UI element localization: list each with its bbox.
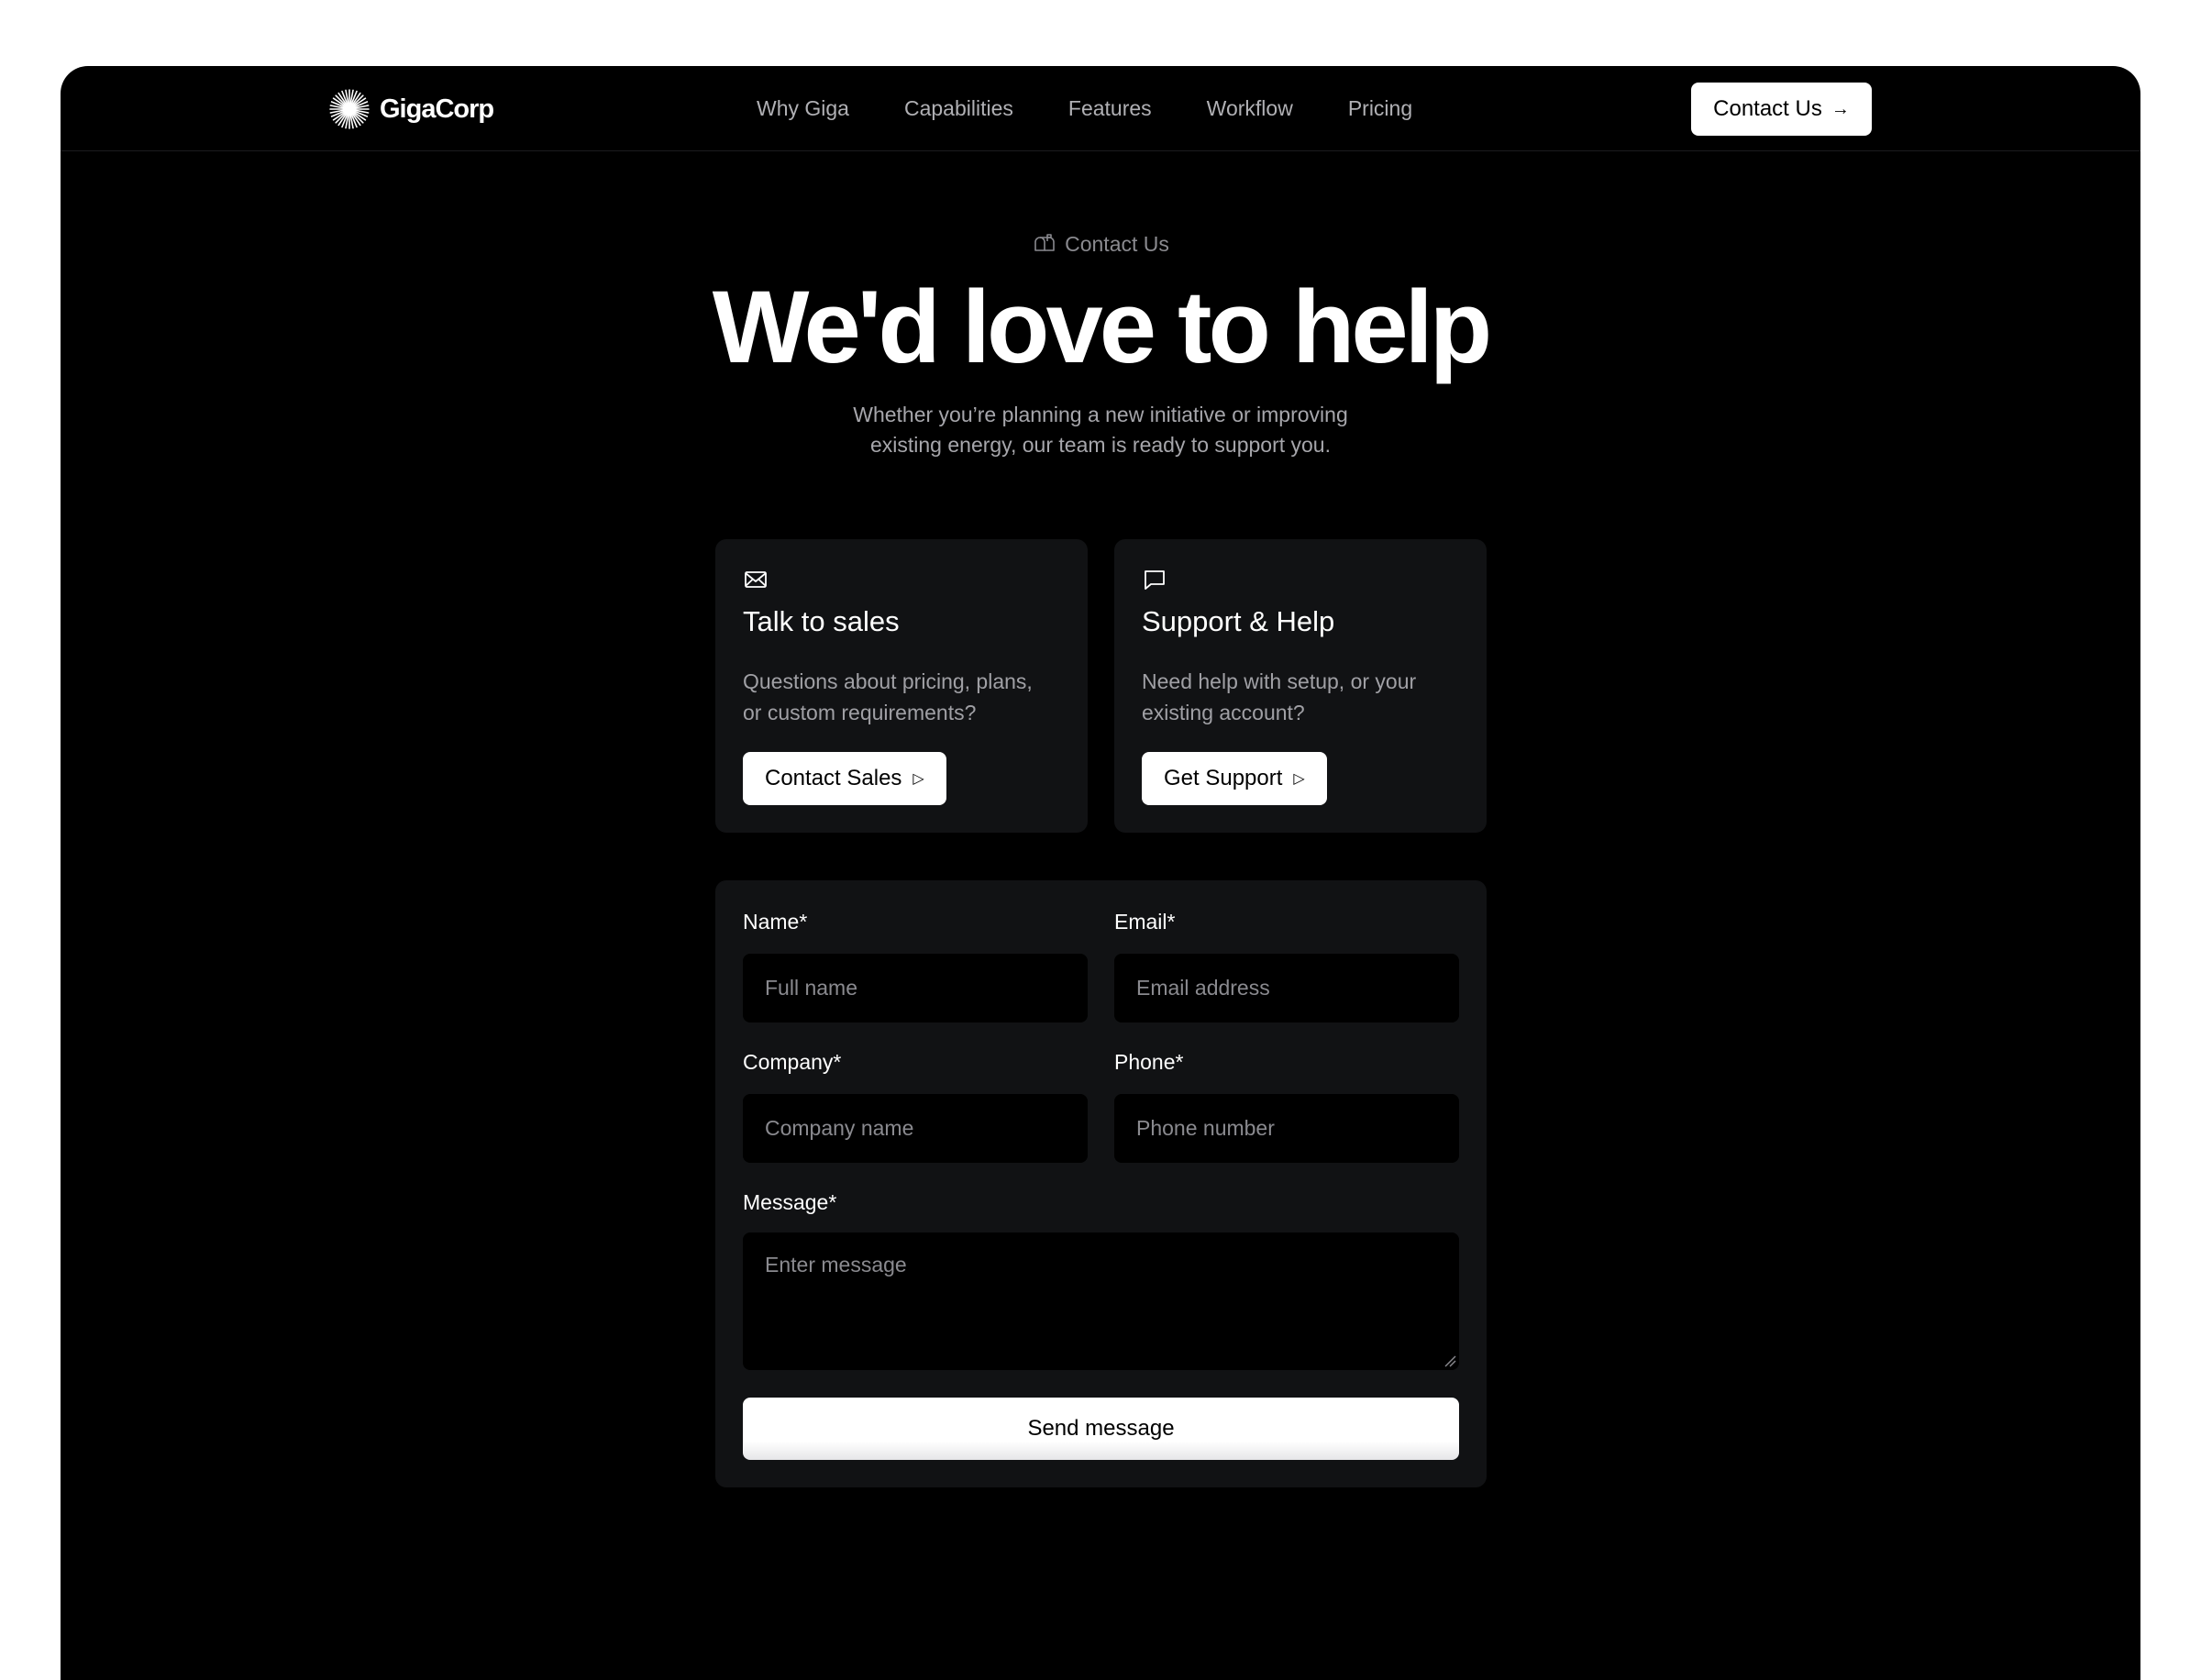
page-title: We'd love to help <box>712 270 1492 384</box>
nav-link-pricing[interactable]: Pricing <box>1348 96 1412 121</box>
page-frame: GigaCorp Why Giga Capabilities Features … <box>61 66 2140 1680</box>
phone-label: Phone* <box>1114 1050 1184 1074</box>
support-card: Support & Help Need help with setup, or … <box>1114 539 1487 833</box>
eyebrow-label: Contact Us <box>1065 231 1169 256</box>
eyebrow: Contact Us <box>61 229 2140 259</box>
sales-card-description: Questions about pricing, plans, or custo… <box>743 666 1073 728</box>
caret-right-icon: ▷ <box>912 771 924 787</box>
arrow-right-icon: → <box>1830 98 1850 119</box>
get-support-button[interactable]: Get Support ▷ <box>1142 752 1327 805</box>
sales-card-desc-line-2: or custom requirements? <box>743 701 977 724</box>
support-card-description: Need help with setup, or your existing a… <box>1142 666 1472 728</box>
sales-card-title: Talk to sales <box>743 605 900 637</box>
chat-bubble-icon <box>1145 570 1165 590</box>
sales-card-desc-line-1: Questions about pricing, plans, <box>743 669 1033 693</box>
company-label: Company* <box>743 1050 842 1074</box>
page-subtitle: Whether you’re planning a new initiative… <box>61 400 2140 460</box>
contact-sales-button[interactable]: Contact Sales ▷ <box>743 752 946 805</box>
nav-link-why-giga[interactable]: Why Giga <box>757 96 849 121</box>
name-label: Name* <box>743 910 808 934</box>
support-card-desc-line-1: Need help with setup, or your <box>1142 669 1417 693</box>
caret-right-icon: ▷ <box>1293 771 1305 787</box>
contact-sales-label: Contact Sales <box>765 766 902 790</box>
contact-us-label: Contact Us <box>1713 96 1822 121</box>
phone-input[interactable] <box>1114 1094 1459 1163</box>
nav-links: Why Giga Capabilities Features Workflow … <box>757 66 1412 151</box>
brand-logo[interactable]: GigaCorp <box>328 88 494 130</box>
nav-link-workflow[interactable]: Workflow <box>1207 96 1293 121</box>
email-input[interactable] <box>1114 954 1459 1022</box>
support-card-desc-line-2: existing account? <box>1142 701 1305 724</box>
starburst-icon <box>329 89 370 129</box>
message-label: Message* <box>743 1190 837 1214</box>
name-input[interactable] <box>743 954 1088 1022</box>
brand-name: GigaCorp <box>380 94 494 124</box>
nav-link-capabilities[interactable]: Capabilities <box>904 96 1013 121</box>
top-nav: GigaCorp Why Giga Capabilities Features … <box>61 66 2140 151</box>
contact-us-button[interactable]: Contact Us → <box>1691 83 1872 136</box>
resize-handle-icon[interactable] <box>1443 1354 1456 1367</box>
get-support-label: Get Support <box>1164 766 1283 790</box>
support-card-title: Support & Help <box>1142 605 1335 637</box>
mail-icon <box>745 571 767 588</box>
sales-card: Talk to sales Questions about pricing, p… <box>715 539 1088 833</box>
subtitle-line-2: existing energy, our team is ready to su… <box>869 433 1331 457</box>
company-input[interactable] <box>743 1094 1088 1163</box>
nav-link-features[interactable]: Features <box>1068 96 1152 121</box>
mailbox-icon <box>1034 234 1055 251</box>
message-textarea[interactable] <box>743 1232 1459 1370</box>
email-label: Email* <box>1114 910 1176 934</box>
send-message-button[interactable]: Send message <box>743 1398 1459 1460</box>
subtitle-line-1: Whether you’re planning a new initiative… <box>853 403 1348 426</box>
contact-form: Name* Email* Company* Phone* Message* Se… <box>715 880 1487 1487</box>
